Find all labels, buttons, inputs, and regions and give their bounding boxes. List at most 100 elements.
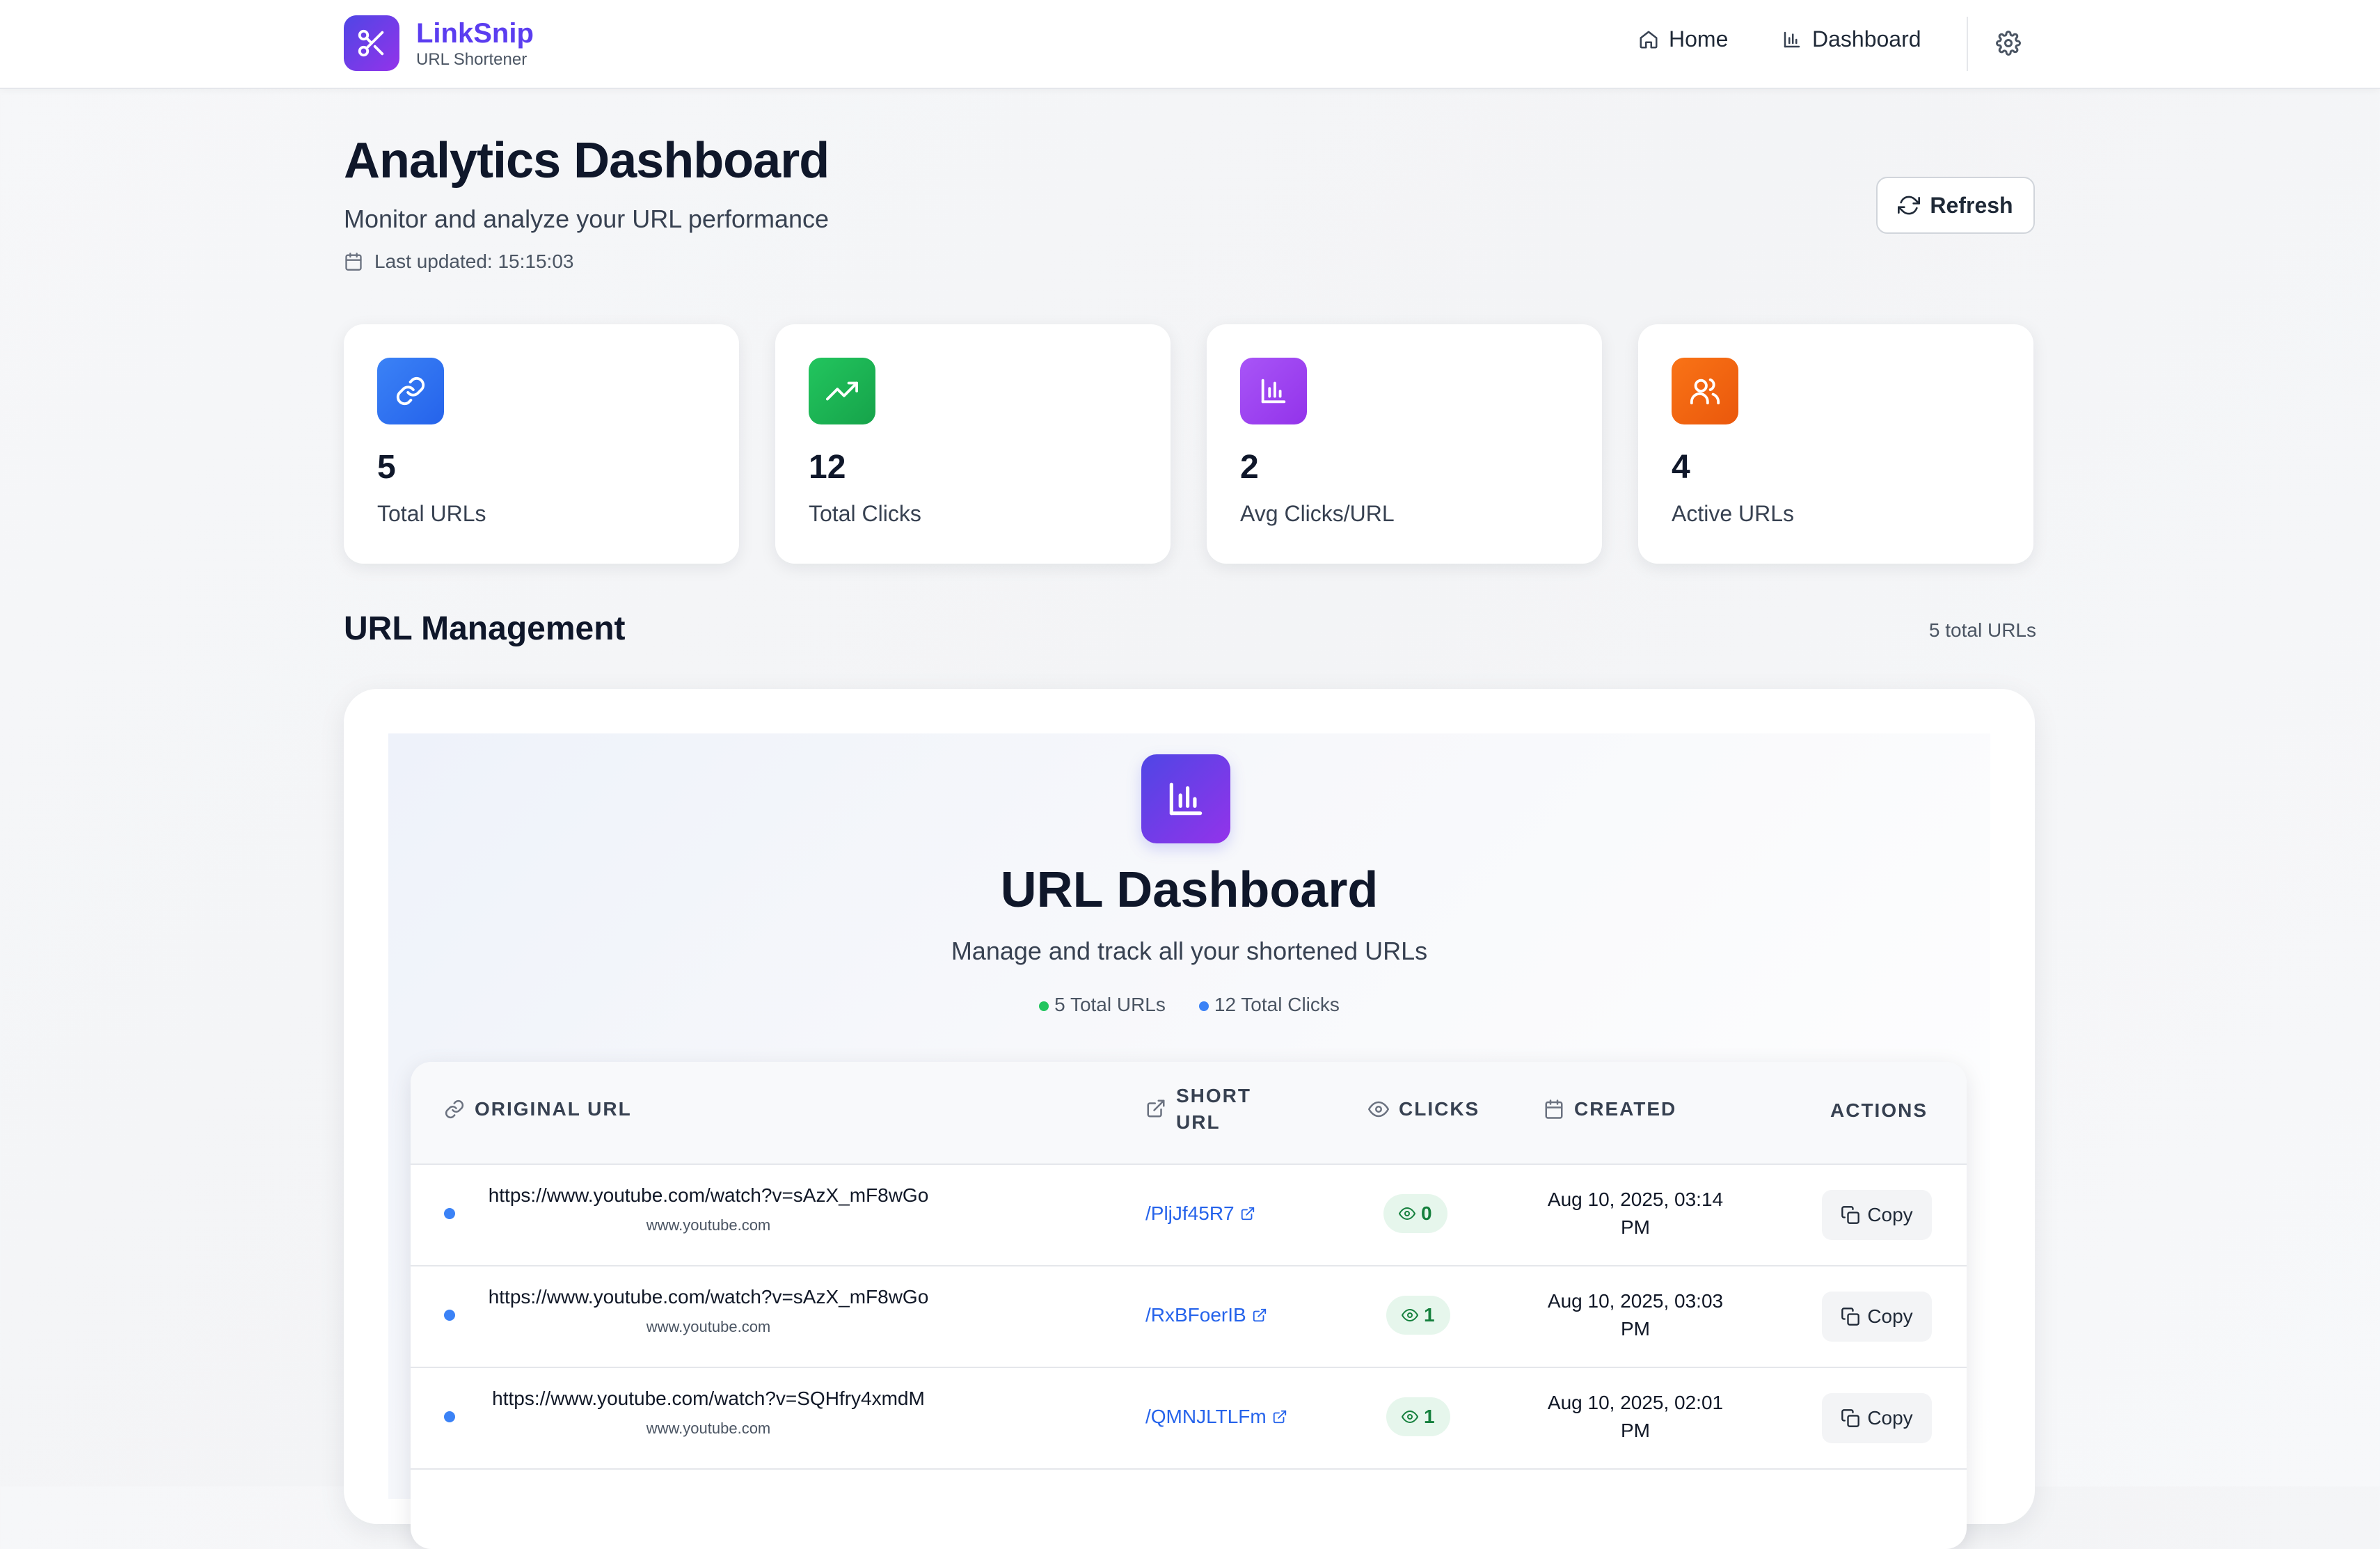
url-dashboard-container: URL Dashboard Manage and track all your …: [388, 733, 1990, 1549]
column-created-label: CREATED: [1574, 1098, 1677, 1120]
short-url-text: /RxBFoerIB: [1145, 1304, 1246, 1326]
copy-button[interactable]: Copy: [1822, 1292, 1932, 1342]
created-date-line1: Aug 10, 2025, 02:01: [1547, 1392, 1724, 1413]
nav-dashboard-label: Dashboard: [1812, 26, 1921, 51]
stat-label: Total Clicks: [809, 501, 921, 526]
blue-dot-icon: [1198, 1001, 1209, 1011]
eye-icon: [1402, 1308, 1418, 1322]
refresh-label: Refresh: [1930, 192, 2013, 218]
clicks-count: 1: [1424, 1304, 1435, 1326]
eye-icon: [1399, 1207, 1415, 1221]
page-subtitle: Monitor and analyze your URL performance: [344, 205, 830, 233]
brand-name[interactable]: LinkSnip: [416, 18, 534, 49]
gear-icon: [1996, 31, 2021, 56]
external-link-icon: [1147, 1099, 1165, 1118]
short-url-link[interactable]: /QMNJLTLFm: [1145, 1406, 1287, 1428]
short-url-text: /QMNJLTLFm: [1145, 1406, 1267, 1427]
nav-home-label: Home: [1669, 26, 1729, 51]
total-clicks-text: 12 Total Clicks: [1214, 994, 1340, 1015]
status-dot-icon: [444, 1411, 455, 1422]
refresh-button[interactable]: Refresh: [1876, 177, 2035, 234]
copy-icon: [1841, 1308, 1860, 1326]
total-urls-text: 5 Total URLs: [1054, 994, 1166, 1015]
short-url-link[interactable]: /PljJf45R7: [1145, 1202, 1255, 1225]
copy-button[interactable]: Copy: [1822, 1190, 1932, 1240]
column-actions-label: ACTIONS: [1830, 1099, 1928, 1121]
column-clicks-label: CLICKS: [1399, 1098, 1480, 1120]
column-original-url-label: ORIGINAL URL: [475, 1098, 632, 1120]
url-dashboard-subtitle: Manage and track all your shortened URLs: [951, 937, 1428, 965]
column-short-url: SHORT URL: [1145, 1083, 1251, 1136]
created-date: Aug 10, 2025, 02:01 PM: [1538, 1389, 1733, 1445]
status-dot-icon: [444, 1208, 455, 1219]
external-link-icon: [1273, 1410, 1286, 1424]
table-row: https://www.youtube.com/watch?v=sAzX_mF8…: [411, 1265, 1967, 1368]
short-url-text: /PljJf45R7: [1145, 1202, 1235, 1224]
column-short-url-label-2: URL: [1176, 1111, 1221, 1133]
total-clicks-badge: 12 Total Clicks: [1198, 994, 1340, 1016]
link-icon: [445, 1099, 464, 1119]
stat-value: 5: [377, 449, 396, 486]
created-date: Aug 10, 2025, 03:03 PM: [1538, 1287, 1733, 1343]
stat-card-total-clicks: 12 Total Clicks: [775, 324, 1171, 564]
refresh-icon: [1898, 196, 1921, 215]
top-navigation-bar: LinkSnip URL Shortener Home Dashboard: [0, 0, 2380, 89]
url-dashboard-title: URL Dashboard: [1000, 862, 1379, 918]
last-updated-text: Last updated: 15:15:03: [374, 251, 574, 272]
short-url-link[interactable]: /RxBFoerIB: [1145, 1304, 1267, 1326]
original-url: https://www.youtube.com/watch?v=sAzX_mF8…: [488, 1286, 929, 1308]
stat-label: Total URLs: [377, 501, 486, 526]
external-link-icon: [1241, 1207, 1254, 1221]
stat-value: 2: [1240, 449, 1259, 486]
copy-icon: [1841, 1206, 1860, 1224]
bar-chart-icon: [1141, 754, 1230, 843]
nav-home[interactable]: Home: [1638, 26, 1728, 52]
created-date-line2: PM: [1621, 1216, 1650, 1238]
stat-label: Active URLs: [1672, 501, 1795, 526]
copy-icon: [1841, 1409, 1860, 1427]
original-url: https://www.youtube.com/watch?v=sAzX_mF8…: [488, 1184, 929, 1206]
status-dot-icon: [444, 1310, 455, 1321]
stat-value: 4: [1672, 449, 1690, 486]
copy-label: Copy: [1867, 1305, 1913, 1327]
nav-dashboard[interactable]: Dashboard: [1782, 26, 1921, 52]
table-row: https://www.youtube.com/watch?v=sAzX_mF8…: [411, 1163, 1967, 1266]
clicks-badge: 1: [1386, 1296, 1450, 1335]
column-clicks: CLICKS: [1368, 1098, 1479, 1120]
original-host: www.youtube.com: [646, 1318, 771, 1335]
created-date-line2: PM: [1621, 1318, 1650, 1340]
users-icon: [1672, 358, 1738, 424]
original-url: https://www.youtube.com/watch?v=SQHfry4x…: [492, 1388, 925, 1409]
table-header: ORIGINAL URL SHORT URL CLICKS CREATED AC…: [411, 1062, 1967, 1165]
stat-card-avg-clicks: 2 Avg Clicks/URL: [1207, 324, 1602, 564]
settings-button[interactable]: [1992, 26, 2025, 60]
created-date-line2: PM: [1621, 1420, 1650, 1441]
stat-card-total-urls: 5 Total URLs: [344, 324, 739, 564]
nav-divider: [1967, 17, 1968, 71]
table-row: https://www.youtube.com/watch?v=SQHfry4x…: [411, 1367, 1967, 1470]
green-dot-icon: [1039, 1001, 1049, 1011]
clicks-badge: 0: [1383, 1194, 1447, 1233]
original-url-cell: https://www.youtube.com/watch?v=sAzX_mF8…: [472, 1286, 945, 1336]
trending-up-icon: [809, 358, 875, 424]
url-table: ORIGINAL URL SHORT URL CLICKS CREATED AC…: [411, 1062, 1967, 1549]
copy-label: Copy: [1867, 1407, 1913, 1429]
clicks-badge: 1: [1386, 1397, 1450, 1436]
logo-icon[interactable]: [344, 15, 399, 71]
stat-label: Avg Clicks/URL: [1240, 501, 1395, 526]
original-url-cell: https://www.youtube.com/watch?v=SQHfry4x…: [472, 1388, 945, 1438]
eye-icon: [1368, 1101, 1389, 1118]
bar-chart-icon: [1240, 358, 1307, 424]
external-link-icon: [1253, 1308, 1266, 1322]
dashboard-summary: 5 Total URLs 12 Total Clicks: [388, 994, 1990, 1016]
calendar-icon: [1545, 1099, 1563, 1119]
created-date-line1: Aug 10, 2025, 03:14: [1547, 1189, 1724, 1210]
copy-button[interactable]: Copy: [1822, 1393, 1932, 1443]
stat-card-active-urls: 4 Active URLs: [1638, 324, 2033, 564]
created-date: Aug 10, 2025, 03:14 PM: [1538, 1186, 1733, 1241]
page-title: Analytics Dashboard: [344, 133, 830, 189]
eye-icon: [1402, 1410, 1418, 1424]
original-host: www.youtube.com: [646, 1216, 771, 1234]
clicks-count: 0: [1421, 1202, 1432, 1224]
copy-label: Copy: [1867, 1204, 1913, 1225]
